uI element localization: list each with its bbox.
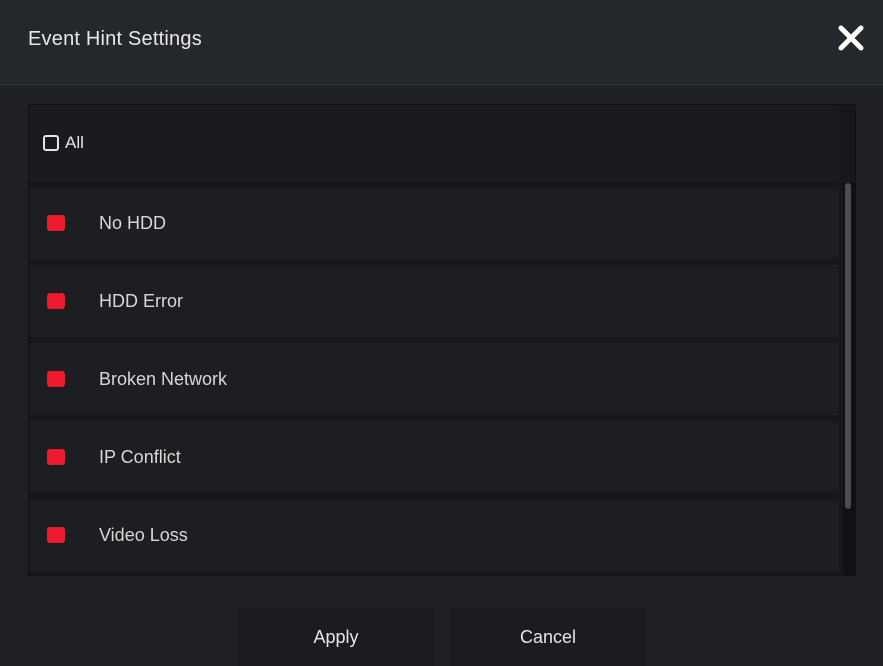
dialog-titlebar: Event Hint Settings	[0, 0, 883, 85]
event-item-ip-conflict[interactable]: IP Conflict	[29, 421, 839, 493]
event-item-label: Broken Network	[99, 368, 228, 389]
event-item-label: IP Conflict	[99, 446, 181, 467]
close-icon[interactable]	[837, 24, 865, 52]
status-indicator-icon[interactable]	[47, 293, 65, 309]
apply-button[interactable]: Apply	[238, 608, 434, 666]
event-item-video-loss[interactable]: Video Loss	[29, 499, 839, 571]
event-list-panel: All No HDD HDD Error Broken Network IP C…	[28, 104, 856, 576]
event-list: No HDD HDD Error Broken Network IP Confl…	[29, 187, 839, 577]
event-item-label: HDD Error	[99, 290, 183, 311]
event-item-label: Video Loss	[99, 524, 188, 545]
select-all-row[interactable]: All	[29, 105, 839, 181]
status-indicator-icon[interactable]	[47, 371, 65, 387]
scrollbar-thumb[interactable]	[845, 183, 851, 509]
event-hint-settings-dialog: Event Hint Settings All No HDD HDD Error…	[0, 0, 883, 666]
event-item-no-hdd[interactable]: No HDD	[29, 187, 839, 259]
status-indicator-icon[interactable]	[47, 527, 65, 543]
select-all-label: All	[65, 133, 84, 152]
status-indicator-icon[interactable]	[47, 449, 65, 465]
event-item-broken-network[interactable]: Broken Network	[29, 343, 839, 415]
cancel-button[interactable]: Cancel	[450, 608, 646, 666]
select-all-checkbox[interactable]	[43, 135, 59, 151]
event-item-hdd-error[interactable]: HDD Error	[29, 265, 839, 337]
dialog-title: Event Hint Settings	[28, 28, 202, 50]
list-scrollbar[interactable]	[843, 183, 855, 575]
status-indicator-icon[interactable]	[47, 215, 65, 231]
event-item-label: No HDD	[99, 212, 167, 233]
